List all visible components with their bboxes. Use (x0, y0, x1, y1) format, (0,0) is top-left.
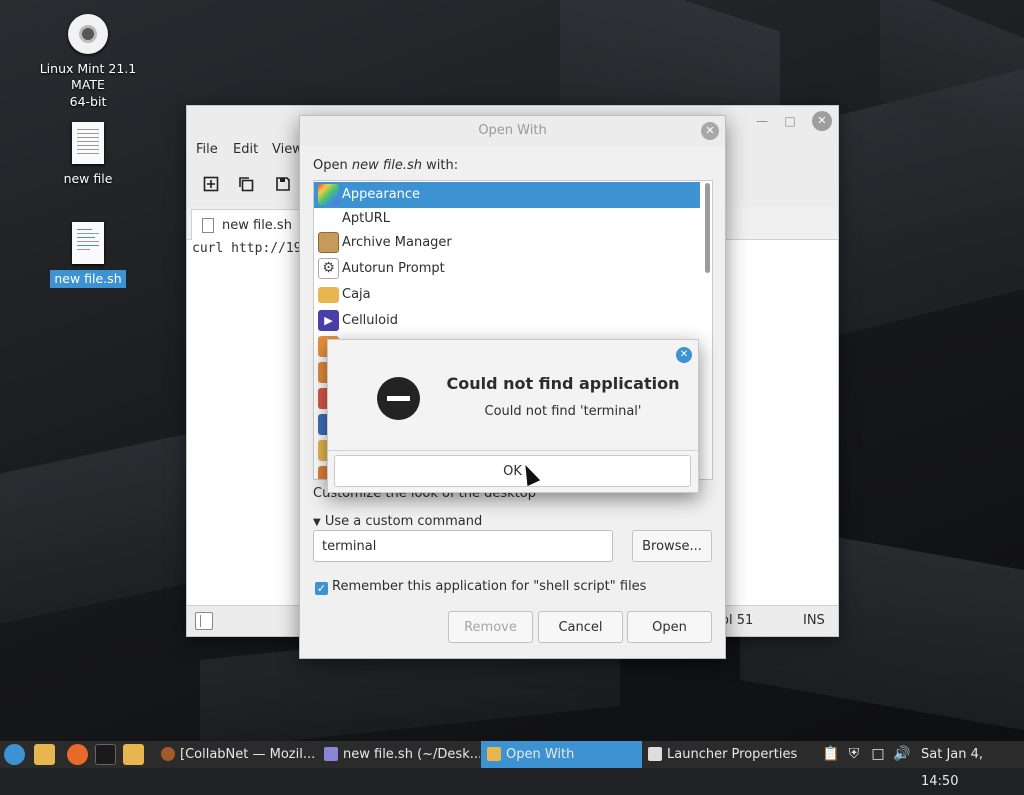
desktop-icon-label: new file.sh (50, 270, 126, 288)
firefox-launcher-icon[interactable] (67, 744, 88, 765)
cancel-button[interactable]: Cancel (538, 611, 623, 643)
taskbar-task-editor[interactable]: new file.sh (~/Desk... (318, 741, 480, 768)
ok-button[interactable]: OK (334, 455, 691, 487)
desktop-icon-label: Linux Mint 21.1 MATE (39, 61, 137, 92)
desktop-icon-new-file[interactable]: new file (23, 122, 153, 188)
close-button[interactable]: ✕ (812, 111, 832, 131)
menu-edit[interactable]: Edit (233, 142, 258, 157)
new-document-icon[interactable] (203, 176, 219, 192)
dialog-title: Open With (300, 116, 725, 146)
save-icon[interactable] (275, 176, 291, 192)
app-row-apturl[interactable]: AptURL (314, 206, 700, 232)
document-icon (202, 218, 214, 233)
folder-icon (318, 287, 339, 303)
remember-checkbox-row[interactable]: ✓ Remember this application for "shell sc… (315, 579, 646, 595)
shield-icon[interactable]: ⛨ (846, 746, 862, 762)
divider (328, 450, 698, 451)
play-icon: ▶ (318, 310, 339, 331)
disc-icon (68, 14, 108, 54)
expander-label: Use a custom command (324, 514, 483, 529)
archive-icon (318, 232, 339, 253)
app-row-autorun-prompt[interactable]: ⚙ Autorun Prompt (314, 256, 700, 282)
mint-menu-icon[interactable] (4, 744, 25, 765)
firefox-icon (161, 747, 175, 761)
copy-icon[interactable] (238, 176, 254, 192)
error-title: Could not find application (446, 374, 680, 393)
remember-checkbox[interactable]: ✓ (315, 582, 328, 595)
browse-button[interactable]: Browse... (632, 530, 712, 562)
minimize-button[interactable]: — (752, 111, 772, 131)
status-insert-mode: INS (803, 613, 825, 628)
desktop-icon-label: new file (63, 171, 113, 186)
app-row-appearance[interactable]: Appearance (314, 182, 700, 208)
maximize-button[interactable]: □ (780, 111, 800, 131)
script-file-icon (72, 222, 104, 264)
desktop-icon-computer[interactable]: Linux Mint 21.1 MATE 64-bit (23, 14, 153, 111)
error-icon (377, 377, 420, 420)
taskbar-task-firefox[interactable]: [CollabNet — Mozil... (155, 741, 320, 768)
desktop-icon-label: 64-bit (69, 94, 107, 109)
clipboard-icon[interactable]: 📋 (822, 746, 839, 762)
error-dialog: ✕ Could not find application Could not f… (327, 339, 699, 493)
taskbar-task-open-with[interactable]: Open With (481, 741, 642, 768)
tab-label: new file.sh (222, 218, 292, 233)
volume-icon[interactable]: 🔊 (893, 746, 910, 762)
remove-button[interactable]: Remove (448, 611, 533, 643)
files-launcher-icon[interactable] (34, 744, 55, 765)
clock[interactable]: Sat Jan 4, 14:50 (921, 741, 1024, 795)
app-row-caja[interactable]: Caja (314, 282, 700, 308)
network-icon[interactable]: □ (870, 746, 886, 762)
terminal-launcher-icon[interactable] (95, 744, 116, 765)
error-message: Could not find 'terminal' (484, 404, 642, 419)
appearance-icon (318, 184, 339, 205)
error-close-button[interactable]: ✕ (676, 347, 692, 363)
tab-new-file-sh[interactable]: new file.sh (191, 209, 303, 240)
app-row-celluloid[interactable]: ▶ Celluloid (314, 308, 700, 334)
taskbar: [CollabNet — Mozil... new file.sh (~/Des… (0, 741, 1024, 789)
desktop-icon-new-file-sh[interactable]: new file.sh (23, 222, 153, 288)
custom-command-input[interactable] (313, 530, 613, 562)
custom-command-expander[interactable]: ▼ Use a custom command (313, 514, 482, 529)
folder-launcher-icon[interactable] (123, 744, 144, 765)
open-button[interactable]: Open (627, 611, 712, 643)
triangle-down-icon: ▼ (313, 517, 321, 528)
list-scrollbar[interactable] (705, 183, 710, 273)
text-editor-icon (324, 747, 338, 761)
open-with-label: Open new file.sh with: (313, 158, 459, 173)
app-row-archive-manager[interactable]: Archive Manager (314, 230, 700, 256)
launcher-properties-icon (648, 747, 662, 761)
remember-label: Remember this application for "shell scr… (332, 579, 647, 594)
text-file-icon (72, 122, 104, 164)
menu-file[interactable]: File (196, 142, 218, 157)
folder-icon (487, 747, 501, 761)
side-panel-toggle-icon[interactable] (195, 612, 213, 630)
taskbar-task-launcher-properties[interactable]: Launcher Properties (642, 741, 807, 768)
dialog-close-button[interactable]: ✕ (701, 122, 719, 140)
gear-icon: ⚙ (318, 258, 339, 279)
code-line[interactable]: curl http://19 (192, 241, 302, 256)
